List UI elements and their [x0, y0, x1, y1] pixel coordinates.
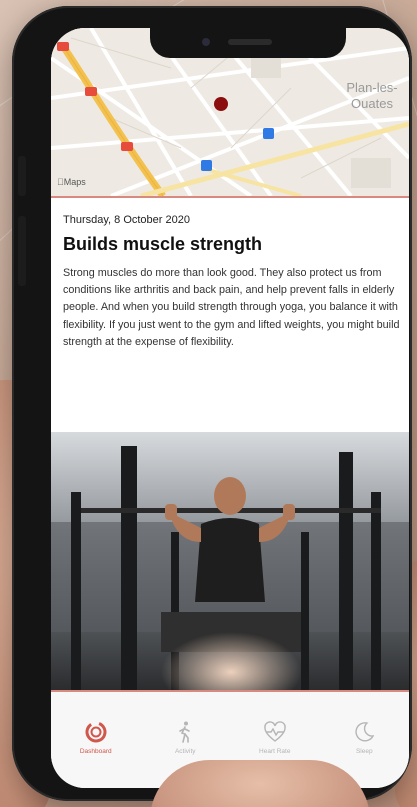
speaker-grille: [228, 39, 272, 45]
tab-activity[interactable]: Activity: [145, 720, 225, 755]
weightlifting-photo: [51, 432, 409, 690]
volume-up-button: [18, 216, 26, 286]
map-place-label: Plan-les-Ouates: [346, 80, 398, 111]
tab-activity-label: Activity: [174, 748, 196, 755]
tab-heart-rate[interactable]: Heart Rate: [235, 720, 315, 755]
scene: Plan-les-Ouates Maps Thursday, 8 Octobe…: [0, 0, 417, 807]
mute-switch: [18, 156, 26, 196]
article-body: Strong muscles do more than look good. T…: [63, 267, 400, 348]
camera-icon: [202, 38, 210, 46]
heart-pulse-icon: [264, 721, 286, 742]
moon-icon: [355, 722, 375, 742]
maps-logo-text: Maps: [57, 177, 86, 187]
tab-sleep[interactable]: Sleep: [324, 720, 404, 755]
tab-heart-rate-label: Heart Rate: [259, 748, 291, 755]
tab-sleep-label: Sleep: [355, 748, 373, 755]
article: Thursday, 8 October 2020 Builds muscle s…: [63, 214, 401, 351]
phone-notch: [150, 28, 346, 58]
article-date: Thursday, 8 October 2020: [63, 214, 190, 226]
tab-dashboard-label: Dashboard: [79, 748, 112, 755]
gym-illustration: [51, 432, 409, 690]
maps-logo: Maps: [57, 177, 86, 187]
article-title: Builds muscle strength: [63, 234, 263, 254]
tab-dashboard[interactable]: Dashboard: [56, 720, 136, 755]
dashboard-ring-icon: [85, 721, 107, 743]
hand-bottom: [150, 760, 370, 807]
apple-logo-icon: : [57, 177, 64, 187]
phone-screen: Plan-les-Ouates Maps Thursday, 8 Octobe…: [51, 28, 409, 788]
map-divider: [51, 196, 409, 198]
walking-person-icon: [179, 721, 191, 743]
